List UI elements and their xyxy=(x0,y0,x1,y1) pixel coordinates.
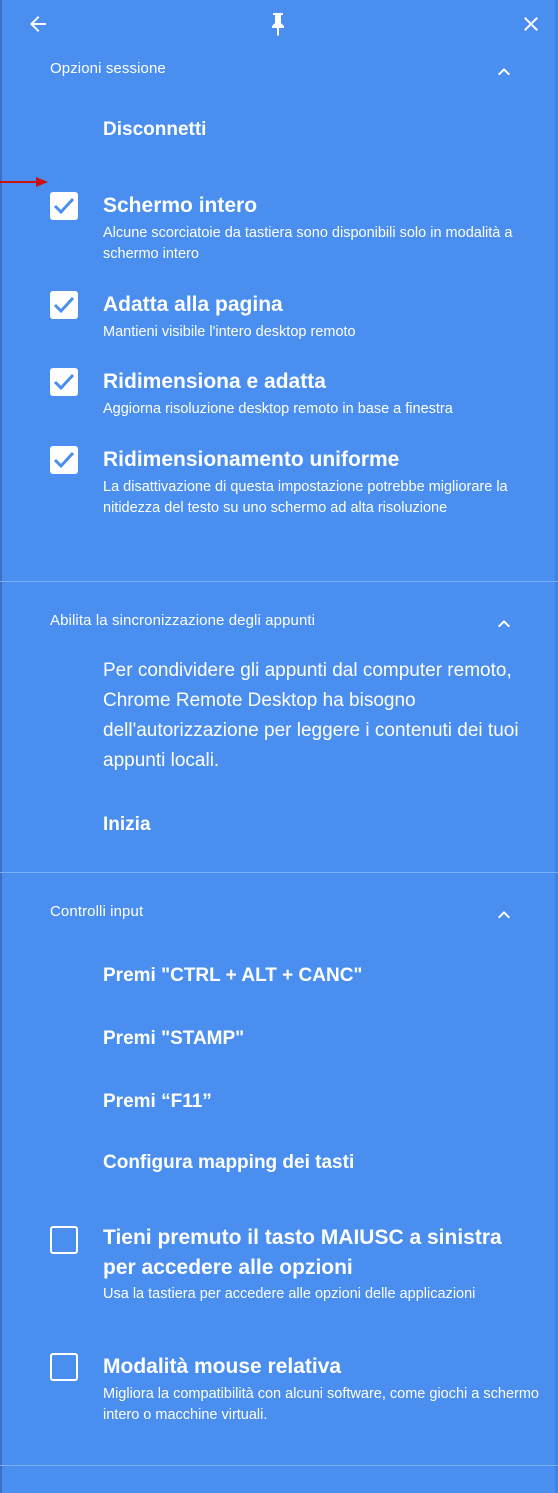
checkmark-icon xyxy=(53,373,75,391)
back-button[interactable] xyxy=(22,8,54,40)
send-ctrl-alt-del-button[interactable]: Premi "CTRL + ALT + CANC" xyxy=(103,965,362,987)
section-divider xyxy=(0,872,558,873)
send-f11-button[interactable]: Premi “F11” xyxy=(103,1091,212,1113)
option-description: Mantieni visibile l'intero desktop remot… xyxy=(103,324,356,340)
input-controls-header[interactable]: Controlli input xyxy=(0,893,558,933)
option-description: La disattivazione di questa impostazione… xyxy=(103,479,508,516)
close-button[interactable] xyxy=(515,8,547,40)
option-title: Ridimensionamento uniforme xyxy=(103,448,400,471)
resize-fit-checkbox[interactable] xyxy=(50,368,78,396)
section-divider xyxy=(0,1465,558,1466)
session-options-title: Opzioni sessione xyxy=(50,60,166,77)
input-controls-title: Controlli input xyxy=(50,903,144,920)
option-title: Ridimensiona e adatta xyxy=(103,370,326,393)
session-options-header[interactable]: Opzioni sessione xyxy=(0,50,558,90)
option-title: Tieni premuto il tasto MAIUSC a sinistra… xyxy=(103,1226,502,1279)
send-print-screen-button[interactable]: Premi "STAMP" xyxy=(103,1028,244,1050)
fullscreen-checkbox[interactable] xyxy=(50,192,78,220)
smooth-scaling-checkbox[interactable] xyxy=(50,446,78,474)
chevron-up-icon xyxy=(498,620,510,628)
checkmark-icon xyxy=(53,296,75,314)
option-title: Modalità mouse relativa xyxy=(103,1355,342,1378)
option-title: Adatta alla pagina xyxy=(103,293,283,316)
chevron-up-icon xyxy=(498,911,510,919)
arrow-left-icon xyxy=(30,16,46,32)
option-description: Alcune scorciatoie da tastiera sono disp… xyxy=(103,225,513,262)
chevron-up-icon xyxy=(498,68,510,76)
window-edge xyxy=(0,0,2,1493)
red-pointer-arrow-icon xyxy=(0,177,48,187)
option-description: Aggiorna risoluzione desktop remoto in b… xyxy=(103,401,453,417)
close-icon xyxy=(524,17,538,31)
relative-mouse-checkbox[interactable] xyxy=(50,1353,78,1381)
option-description: Migliora la compatibilità con alcuni sof… xyxy=(103,1386,539,1423)
option-title: Schermo intero xyxy=(103,194,258,217)
pin-icon xyxy=(272,13,284,36)
fit-page-checkbox[interactable] xyxy=(50,291,78,319)
left-shift-menu-checkbox[interactable] xyxy=(50,1226,78,1254)
clipboard-sync-title: Abilita la sincronizzazione degli appunt… xyxy=(50,612,316,629)
option-description: Usa la tastiera per accedere alle opzion… xyxy=(103,1286,476,1302)
checkmark-icon xyxy=(53,451,75,469)
section-divider xyxy=(0,581,558,582)
clipboard-sync-header[interactable]: Abilita la sincronizzazione degli appunt… xyxy=(0,602,558,642)
panel-toolbar xyxy=(0,0,558,50)
pin-button[interactable] xyxy=(262,8,294,40)
clipboard-description: Per condividere gli appunti dal computer… xyxy=(103,660,519,771)
checkmark-icon xyxy=(53,197,75,215)
configure-key-mapping-button[interactable]: Configura mapping dei tasti xyxy=(103,1152,354,1174)
start-button[interactable]: Inizia xyxy=(103,814,151,836)
disconnect-button[interactable]: Disconnetti xyxy=(103,119,206,141)
